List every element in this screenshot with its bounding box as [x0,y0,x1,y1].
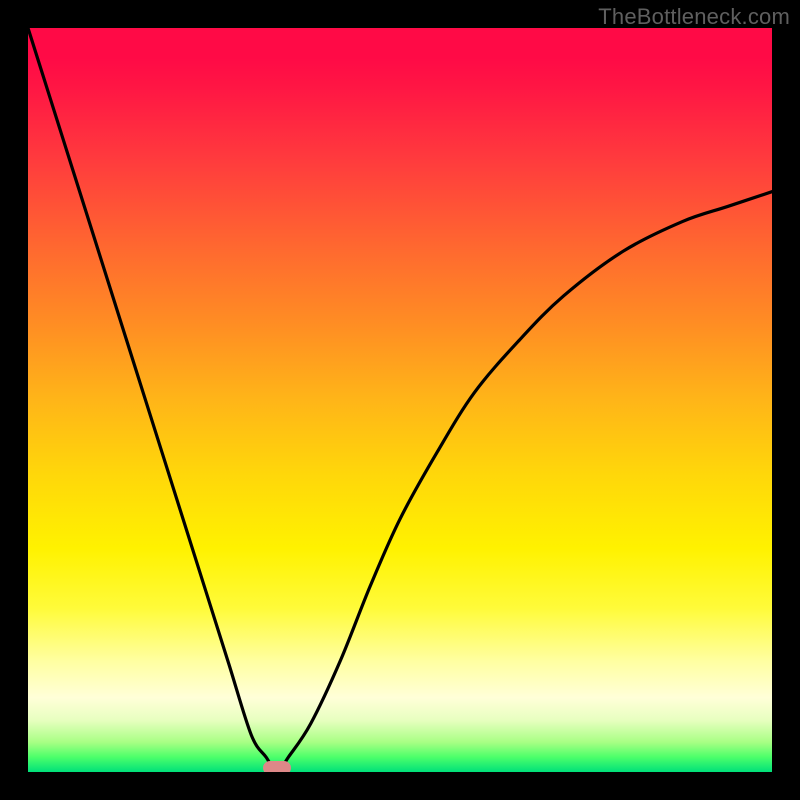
curve-layer [28,28,772,772]
plot-area [28,28,772,772]
bottleneck-curve [28,28,772,772]
min-marker [263,761,291,772]
chart-frame: TheBottleneck.com [0,0,800,800]
watermark-text: TheBottleneck.com [598,4,790,30]
